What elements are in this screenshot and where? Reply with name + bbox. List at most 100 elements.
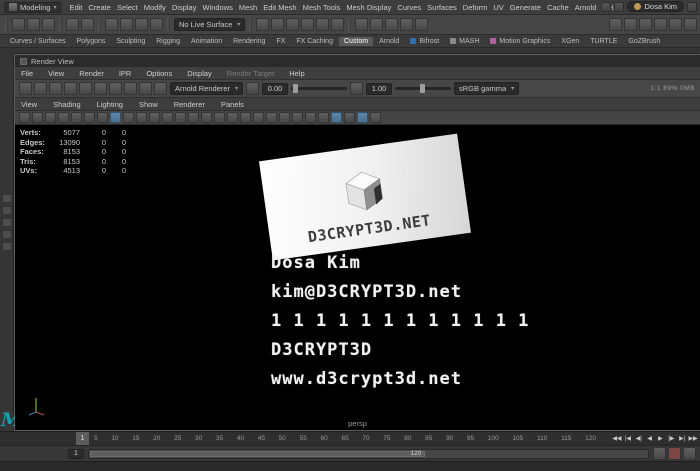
character-controls-icon[interactable] <box>639 18 652 31</box>
depth-of-field-icon[interactable] <box>292 112 303 123</box>
colorspace-dropdown[interactable]: sRGB gamma ▾ <box>454 82 519 95</box>
status-line-separator[interactable] <box>249 18 252 32</box>
go-to-start-button[interactable]: ◀◀ <box>612 435 622 442</box>
isolate-select-icon[interactable] <box>305 112 316 123</box>
panel-menu-item[interactable]: Renderer <box>174 100 205 109</box>
snap-to-projected-center-icon[interactable] <box>301 18 314 31</box>
exposure-slider-handle[interactable] <box>293 84 298 93</box>
notifications-icon[interactable] <box>614 2 624 12</box>
step-back-key-button[interactable]: |◀ <box>623 435 633 442</box>
render-view-menu-item[interactable]: View <box>48 69 64 78</box>
frame-selection-icon[interactable] <box>214 112 225 123</box>
channel-box-icon[interactable] <box>684 18 697 31</box>
menu-item[interactable]: Edit Mesh <box>263 3 296 12</box>
menu-item[interactable]: Mesh Tools <box>303 3 341 12</box>
gamma-slider-handle[interactable] <box>420 84 425 93</box>
menu-item[interactable]: Arnold <box>575 3 597 12</box>
wireframe-on-shaded-icon[interactable] <box>331 112 342 123</box>
shelf-tab[interactable]: XGen <box>556 37 584 46</box>
make-object-live-icon[interactable] <box>331 18 344 31</box>
shelf-tab[interactable]: FX <box>271 37 290 46</box>
gamma-field[interactable]: 1.00 <box>366 83 392 95</box>
viewport[interactable]: Verts: 5077 0 0 Edges: 13090 0 0 Faces: … <box>15 125 700 430</box>
status-line-separator[interactable] <box>167 18 170 32</box>
snap-to-point-icon[interactable] <box>286 18 299 31</box>
status-line-separator[interactable] <box>59 18 62 32</box>
render-current-frame-icon[interactable] <box>385 18 398 31</box>
curve-editing-icon[interactable] <box>609 18 622 31</box>
auto-keyframe-icon[interactable] <box>668 447 681 460</box>
panel-menu-item[interactable]: Panels <box>221 100 244 109</box>
construction-history-icon[interactable] <box>355 18 368 31</box>
snap-to-view-plane-icon[interactable] <box>316 18 329 31</box>
three-pane-layout-icon[interactable] <box>2 218 12 227</box>
shelf-tab[interactable]: Rigging <box>151 37 185 46</box>
menu-mode-selector[interactable]: Modeling ▾ <box>4 2 61 13</box>
menu-item[interactable]: UV <box>493 3 503 12</box>
menu-item[interactable]: Display <box>172 3 197 12</box>
command-line-bar[interactable] <box>0 461 700 471</box>
shadows-icon[interactable] <box>240 112 251 123</box>
default-material-icon[interactable] <box>344 112 355 123</box>
play-forwards-button[interactable]: ▶ <box>656 435 666 442</box>
renderer-dropdown[interactable]: Arnold Renderer ▾ <box>170 82 243 95</box>
highlight-selection-icon[interactable] <box>150 18 163 31</box>
time-slider-track[interactable]: 1 51015202530354045505560657075808590951… <box>76 432 612 445</box>
render-view-menu-item[interactable]: Help <box>289 69 304 78</box>
plugin-shading-icon[interactable] <box>370 112 381 123</box>
save-image-icon[interactable] <box>34 82 47 95</box>
shelf-tab[interactable]: Curves / Surfaces <box>5 37 71 46</box>
lock-camera-icon[interactable] <box>32 112 43 123</box>
image-plane-icon[interactable] <box>71 112 82 123</box>
gamma-slider[interactable] <box>395 87 451 90</box>
menu-item[interactable]: Windows <box>202 3 232 12</box>
render-view-menu-item[interactable]: Options <box>146 69 172 78</box>
select-by-hierarchy-icon[interactable] <box>105 18 118 31</box>
panel-menu-item[interactable]: View <box>21 100 37 109</box>
redo-icon[interactable] <box>81 18 94 31</box>
save-scene-icon[interactable] <box>42 18 55 31</box>
shelf-tab[interactable]: Motion Graphics <box>485 37 555 46</box>
shelf-tab[interactable]: Polygons <box>72 37 111 46</box>
bookmark-icon[interactable] <box>58 112 69 123</box>
workspace-icon[interactable] <box>601 2 611 12</box>
two-pane-layout-icon[interactable] <box>2 206 12 215</box>
attribute-editor-icon[interactable] <box>654 18 667 31</box>
go-to-end-button[interactable]: ▶▶ <box>688 435 698 442</box>
field-chart-icon[interactable] <box>162 112 173 123</box>
playback-range-handle[interactable]: 120 <box>90 451 425 457</box>
menu-item[interactable]: Surfaces <box>427 3 457 12</box>
live-surface-dropdown[interactable]: No Live Surface ▾ <box>174 18 245 31</box>
open-image-icon[interactable] <box>19 82 32 95</box>
render-settings-icon[interactable] <box>154 82 167 95</box>
current-frame-marker[interactable]: 1 <box>76 432 89 445</box>
shelf-tab[interactable]: Custom <box>339 37 373 46</box>
snap-to-curve-icon[interactable] <box>271 18 284 31</box>
snapshot-icon[interactable] <box>94 82 107 95</box>
status-line-separator[interactable] <box>348 18 351 32</box>
open-scene-icon[interactable] <box>27 18 40 31</box>
outliner-persp-layout-icon[interactable] <box>2 242 12 251</box>
menu-item[interactable]: Mesh <box>239 3 257 12</box>
render-region-icon[interactable] <box>79 82 92 95</box>
modeling-toolkit-icon[interactable] <box>624 18 637 31</box>
play-backwards-button[interactable]: ◀ <box>645 435 655 442</box>
shelf-tab[interactable]: Arnold <box>374 37 404 46</box>
snap-to-grid-icon[interactable] <box>256 18 269 31</box>
shelf-tab[interactable]: TURTLE <box>585 37 622 46</box>
animation-preferences-icon[interactable] <box>683 447 696 460</box>
resolution-gate-icon[interactable] <box>136 112 147 123</box>
ipr-render-icon[interactable] <box>400 18 413 31</box>
shelf-tab[interactable]: Sculpting <box>111 37 150 46</box>
render-settings-icon[interactable] <box>415 18 428 31</box>
open-render-view-icon[interactable] <box>370 18 383 31</box>
render-view-menu-item[interactable]: IPR <box>119 69 132 78</box>
menu-item[interactable]: Select <box>117 3 138 12</box>
motion-blur-icon[interactable] <box>266 112 277 123</box>
status-line-separator[interactable] <box>98 18 101 32</box>
new-scene-icon[interactable] <box>12 18 25 31</box>
step-forward-key-button[interactable]: ▶| <box>677 435 687 442</box>
refresh-ipr-icon[interactable] <box>139 82 152 95</box>
single-pane-layout-icon[interactable] <box>2 194 12 203</box>
film-gate-icon[interactable] <box>123 112 134 123</box>
